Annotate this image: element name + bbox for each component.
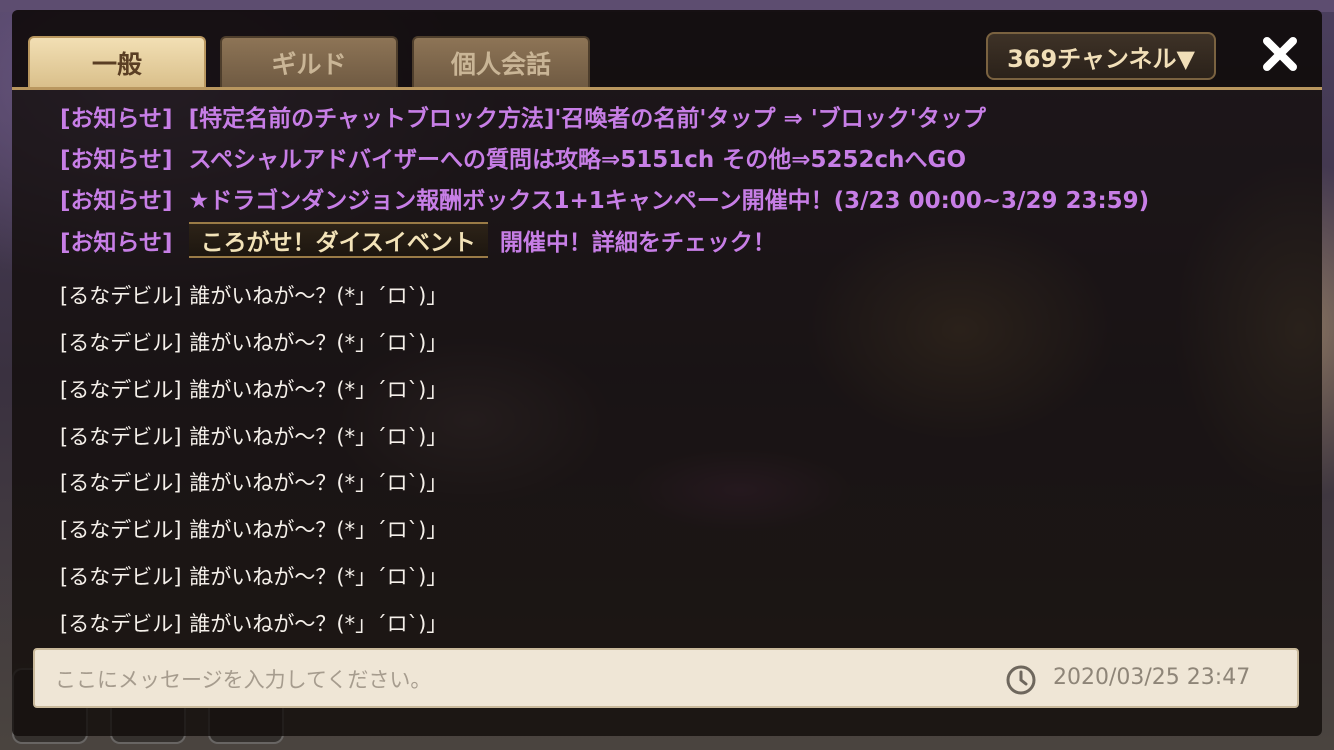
notice-prefix: [お知らせ]	[60, 106, 173, 132]
tab-general[interactable]: 一般	[28, 36, 206, 88]
message-text: 誰がいねが～？(*」´ロ`)」	[189, 565, 448, 589]
notice-text: [特定名前のチャットブロック方法]'召喚者の名前'タップ ⇒ 'ブロック'タップ	[188, 106, 986, 132]
notice-prefix: [お知らせ]	[60, 147, 173, 173]
message-sender[interactable]: [るなデビル]	[60, 374, 181, 404]
notice-line: [お知らせ] ★ドラゴンダンジョン報酬ボックス1+1キャンペーン開催中！(3/2…	[60, 180, 1149, 216]
tab-private-chat[interactable]: 個人会話	[412, 36, 590, 88]
message-sender[interactable]: [るなデビル]	[60, 280, 181, 310]
message-text: 誰がいねが～？(*」´ロ`)」	[189, 425, 448, 449]
chat-message: [るなデビル] 誰がいねが～？(*」´ロ`)」	[60, 466, 447, 498]
message-text: 誰がいねが～？(*」´ロ`)」	[189, 612, 448, 636]
notice-text: 開催中！詳細をチェック！	[499, 230, 776, 256]
notice-prefix: [お知らせ]	[60, 188, 173, 214]
chat-message: [るなデビル] 誰がいねが～？(*」´ロ`)」	[60, 607, 447, 639]
notice-line: [お知らせ] [特定名前のチャットブロック方法]'召喚者の名前'タップ ⇒ 'ブ…	[60, 98, 986, 134]
close-icon	[1263, 37, 1297, 71]
chat-message: [るなデビル] 誰がいねが～？(*」´ロ`)」	[60, 279, 447, 311]
tab-underline	[12, 87, 1322, 90]
clock-icon	[1006, 665, 1036, 695]
channel-select-button[interactable]: 369チャンネル▼	[986, 32, 1216, 80]
message-sender[interactable]: [るなデビル]	[60, 608, 181, 638]
chat-message: [るなデビル] 誰がいねが～？(*」´ロ`)」	[60, 513, 447, 545]
message-text: 誰がいねが～？(*」´ロ`)」	[189, 471, 448, 495]
chat-message: [るなデビル] 誰がいねが～？(*」´ロ`)」	[60, 373, 447, 405]
chat-message: [るなデビル] 誰がいねが～？(*」´ロ`)」	[60, 326, 447, 358]
message-text: 誰がいねが～？(*」´ロ`)」	[189, 378, 448, 402]
dice-event-badge[interactable]: ころがせ！ダイスイベント	[188, 222, 488, 258]
notice-prefix: [お知らせ]	[60, 230, 173, 256]
notice-text: ★ドラゴンダンジョン報酬ボックス1+1キャンペーン開催中！(3/23 00:00…	[188, 188, 1150, 214]
message-sender[interactable]: [るなデビル]	[60, 467, 181, 497]
message-sender[interactable]: [るなデビル]	[60, 514, 181, 544]
message-text: 誰がいねが～？(*」´ロ`)」	[189, 331, 448, 355]
timestamp: 2020/03/25 23:47	[1053, 665, 1251, 690]
message-input-placeholder: ここにメッセージを入力してください。	[55, 668, 432, 692]
notice-text: スペシャルアドバイザーへの質問は攻略⇒5151ch その他⇒5252chへGO	[188, 147, 966, 173]
message-sender[interactable]: [るなデビル]	[60, 561, 181, 591]
chat-message: [るなデビル] 誰がいねが～？(*」´ロ`)」	[60, 420, 447, 452]
message-sender[interactable]: [るなデビル]	[60, 421, 181, 451]
close-button[interactable]	[1252, 28, 1308, 80]
notice-line: [お知らせ] スペシャルアドバイザーへの質問は攻略⇒5151ch その他⇒525…	[60, 139, 966, 175]
notice-line: [お知らせ] ころがせ！ダイスイベント 開催中！詳細をチェック！	[60, 222, 776, 258]
chat-message: [るなデビル] 誰がいねが～？(*」´ロ`)」	[60, 560, 447, 592]
message-text: 誰がいねが～？(*」´ロ`)」	[189, 518, 448, 542]
tab-guild[interactable]: ギルド	[220, 36, 398, 88]
message-input[interactable]: ここにメッセージを入力してください。 2020/03/25 23:47	[33, 648, 1299, 708]
message-sender[interactable]: [るなデビル]	[60, 327, 181, 357]
message-text: 誰がいねが～？(*」´ロ`)」	[189, 284, 448, 308]
